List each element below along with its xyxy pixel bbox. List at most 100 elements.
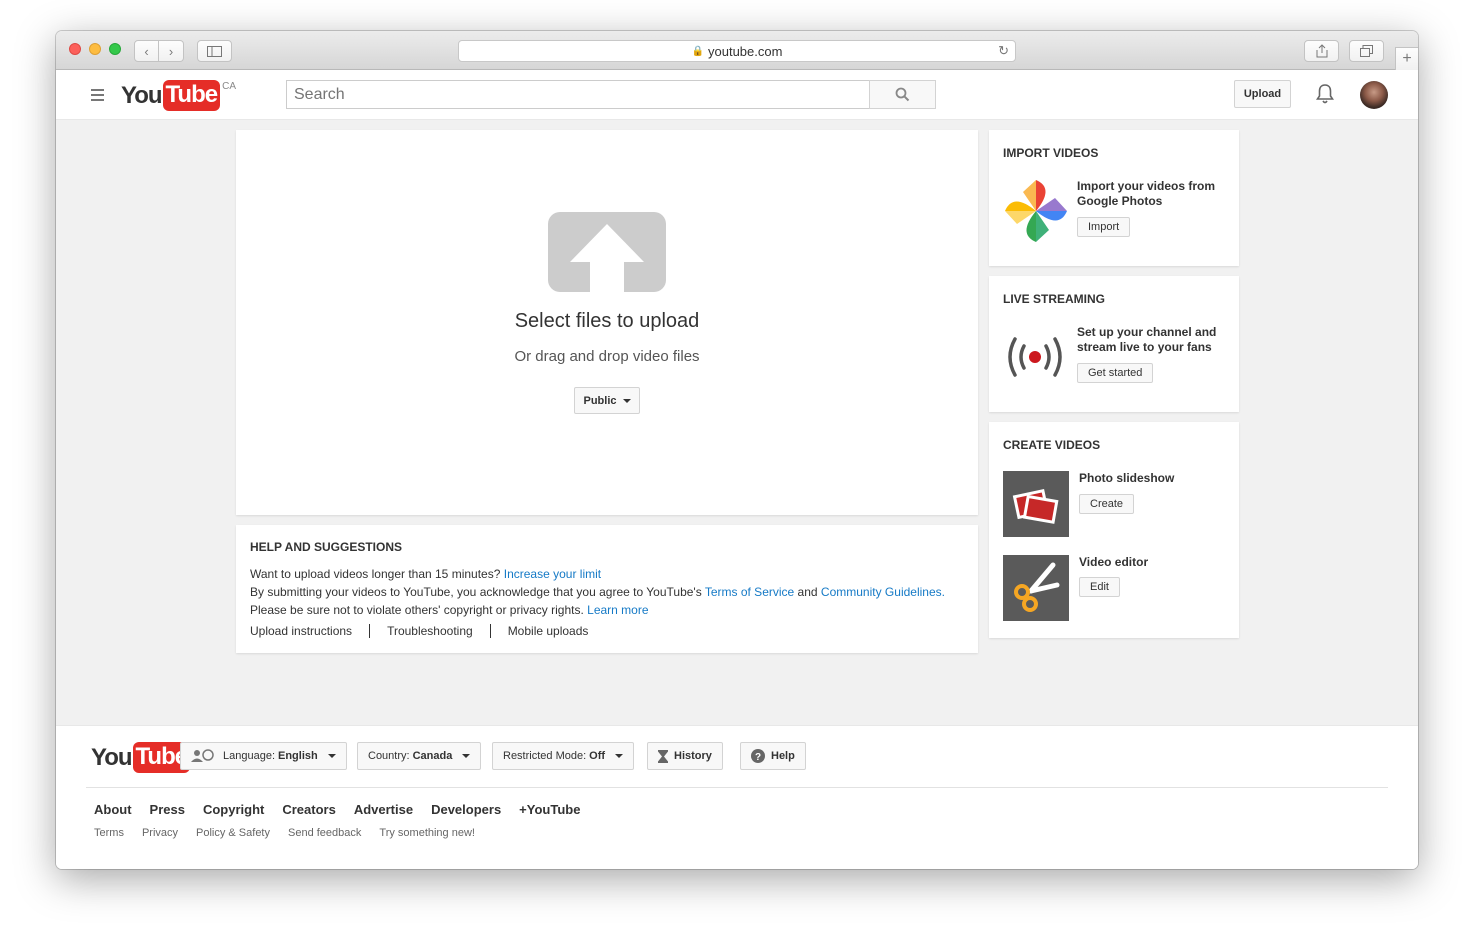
- site-header: You Tube CA Upload: [56, 70, 1418, 120]
- footer-link-privacy[interactable]: Privacy: [142, 827, 178, 839]
- sidebar-toggle-button[interactable]: [197, 40, 232, 62]
- history-button[interactable]: History: [647, 742, 723, 770]
- new-tab-button[interactable]: +: [1395, 47, 1418, 70]
- browser-window: ‹ › 🔒 youtube.com ↻ + You Tube CA Upload: [56, 31, 1418, 869]
- lock-icon: 🔒: [691, 45, 704, 57]
- forward-button[interactable]: ›: [159, 40, 184, 62]
- import-button[interactable]: Import: [1077, 217, 1131, 237]
- import-desc: Import your videos from Google Photos: [1077, 179, 1216, 208]
- sidebar-icon: [207, 45, 222, 57]
- tabs-icon: [1360, 45, 1373, 57]
- create-title: CREATE VIDEOS: [1003, 438, 1101, 452]
- scissors-icon: [1003, 555, 1069, 621]
- footer-link-policy-safety[interactable]: Policy & Safety: [196, 827, 270, 839]
- footer-link-try-something-new[interactable]: Try something new!: [379, 827, 475, 839]
- footer-link-developers[interactable]: Developers: [431, 802, 501, 817]
- footer-link-creators[interactable]: Creators: [282, 802, 335, 817]
- language-picker[interactable]: Language: English: [180, 742, 347, 770]
- footer-link-plus-youtube[interactable]: +YouTube: [519, 802, 580, 817]
- community-guidelines-link[interactable]: Community Guidelines: [821, 585, 942, 599]
- footer-link-copyright[interactable]: Copyright: [203, 802, 264, 817]
- create-videos-card: CREATE VIDEOS Photo slideshow Create Vid…: [989, 422, 1239, 638]
- plus-icon: +: [1402, 50, 1412, 67]
- caret-down-icon: [462, 754, 471, 758]
- live-broadcast-icon: [1008, 337, 1062, 377]
- restricted-mode-picker[interactable]: Restricted Mode: Off: [492, 742, 635, 770]
- import-videos-card: IMPORT VIDEOS Import your videos from Go…: [989, 130, 1239, 266]
- back-button[interactable]: ‹: [134, 40, 159, 62]
- create-slideshow-button[interactable]: Create: [1079, 494, 1135, 514]
- upload-dropzone[interactable]: Select files to upload Or drag and drop …: [236, 130, 978, 515]
- show-tabs-button[interactable]: [1349, 40, 1384, 62]
- increase-limit-link[interactable]: Increase your limit: [504, 567, 601, 581]
- menu-icon[interactable]: [91, 89, 104, 104]
- youtube-logo[interactable]: You Tube CA: [121, 80, 236, 111]
- video-editor-thumbnail[interactable]: [1003, 555, 1069, 621]
- slideshow-icon: [1003, 471, 1069, 537]
- help-icon: ?: [751, 749, 765, 763]
- terms-of-service-link[interactable]: Terms of Service: [705, 585, 794, 599]
- edit-button[interactable]: Edit: [1079, 577, 1120, 597]
- footer-secondary-links: Terms Privacy Policy & Safety Send feedb…: [94, 827, 493, 839]
- live-desc: Set up your channel and stream live to y…: [1077, 325, 1217, 354]
- footer-link-press[interactable]: Press: [150, 802, 185, 817]
- footer-logo-you: You: [91, 743, 133, 771]
- privacy-dropdown[interactable]: Public: [574, 387, 640, 414]
- search-button[interactable]: [869, 80, 936, 109]
- footer-divider: [86, 787, 1388, 788]
- live-title: LIVE STREAMING: [1003, 292, 1106, 306]
- chevron-left-icon: ‹: [144, 43, 149, 59]
- learn-more-link[interactable]: Learn more: [587, 603, 648, 617]
- help-line-terms: By submitting your videos to YouTube, yo…: [250, 585, 945, 599]
- google-photos-icon: [1005, 180, 1067, 242]
- main-content: Select files to upload Or drag and drop …: [56, 120, 1418, 725]
- hourglass-icon: [658, 749, 668, 763]
- avatar[interactable]: [1360, 81, 1388, 109]
- photo-slideshow-label: Photo slideshow: [1079, 471, 1175, 485]
- footer-youtube-logo[interactable]: You Tube: [91, 742, 191, 773]
- live-streaming-card: LIVE STREAMING Set up your channel and s…: [989, 276, 1239, 412]
- photo-slideshow-thumbnail[interactable]: [1003, 471, 1069, 537]
- language-icon: [191, 749, 214, 762]
- search-icon: [895, 87, 910, 102]
- address-bar[interactable]: 🔒 youtube.com ↻: [458, 40, 1016, 62]
- footer-link-send-feedback[interactable]: Send feedback: [288, 827, 361, 839]
- mobile-uploads-link[interactable]: Mobile uploads: [489, 624, 606, 638]
- chevron-right-icon: ›: [168, 43, 174, 59]
- help-line-copyright: Please be sure not to violate others' co…: [250, 603, 649, 617]
- country-picker[interactable]: Country: Canada: [357, 742, 482, 770]
- bell-icon: [1316, 84, 1334, 104]
- get-started-button[interactable]: Get started: [1077, 363, 1154, 383]
- help-links: Upload instructions Troubleshooting Mobi…: [250, 624, 605, 638]
- troubleshooting-link[interactable]: Troubleshooting: [369, 624, 490, 638]
- url-text: youtube.com: [708, 43, 783, 59]
- logo-you: You: [121, 81, 163, 109]
- caret-down-icon: [615, 754, 624, 758]
- help-suggestions-card: HELP AND SUGGESTIONS Want to upload vide…: [236, 525, 978, 653]
- minimize-window-button[interactable]: [89, 43, 101, 55]
- footer-link-terms[interactable]: Terms: [94, 827, 124, 839]
- logo-tube: Tube: [162, 80, 221, 111]
- notifications-button[interactable]: [1315, 83, 1335, 110]
- help-line-limit: Want to upload videos longer than 15 min…: [250, 567, 602, 581]
- reload-icon[interactable]: ↻: [998, 43, 1009, 59]
- caret-down-icon: [327, 754, 336, 758]
- close-window-button[interactable]: [69, 43, 81, 55]
- footer-link-about[interactable]: About: [94, 802, 132, 817]
- browser-toolbar: ‹ › 🔒 youtube.com ↻ +: [56, 31, 1418, 70]
- share-icon: [1316, 44, 1327, 58]
- help-title: HELP AND SUGGESTIONS: [250, 540, 403, 554]
- footer-primary-links: About Press Copyright Creators Advertise…: [94, 802, 598, 817]
- upload-arrow-icon[interactable]: [548, 212, 666, 292]
- share-button[interactable]: [1304, 40, 1339, 62]
- site-footer: You Tube Language: English Country: Canada…: [56, 725, 1418, 869]
- video-editor-label: Video editor: [1079, 555, 1149, 569]
- zoom-window-button[interactable]: [109, 43, 121, 55]
- upload-instructions-link[interactable]: Upload instructions: [250, 624, 369, 638]
- footer-link-advertise[interactable]: Advertise: [354, 802, 413, 817]
- help-button[interactable]: ? Help: [740, 742, 806, 770]
- upload-button[interactable]: Upload: [1234, 80, 1291, 108]
- search-input[interactable]: [286, 80, 870, 109]
- svg-text:?: ?: [755, 752, 761, 763]
- upload-subtitle: Or drag and drop video files: [514, 348, 700, 365]
